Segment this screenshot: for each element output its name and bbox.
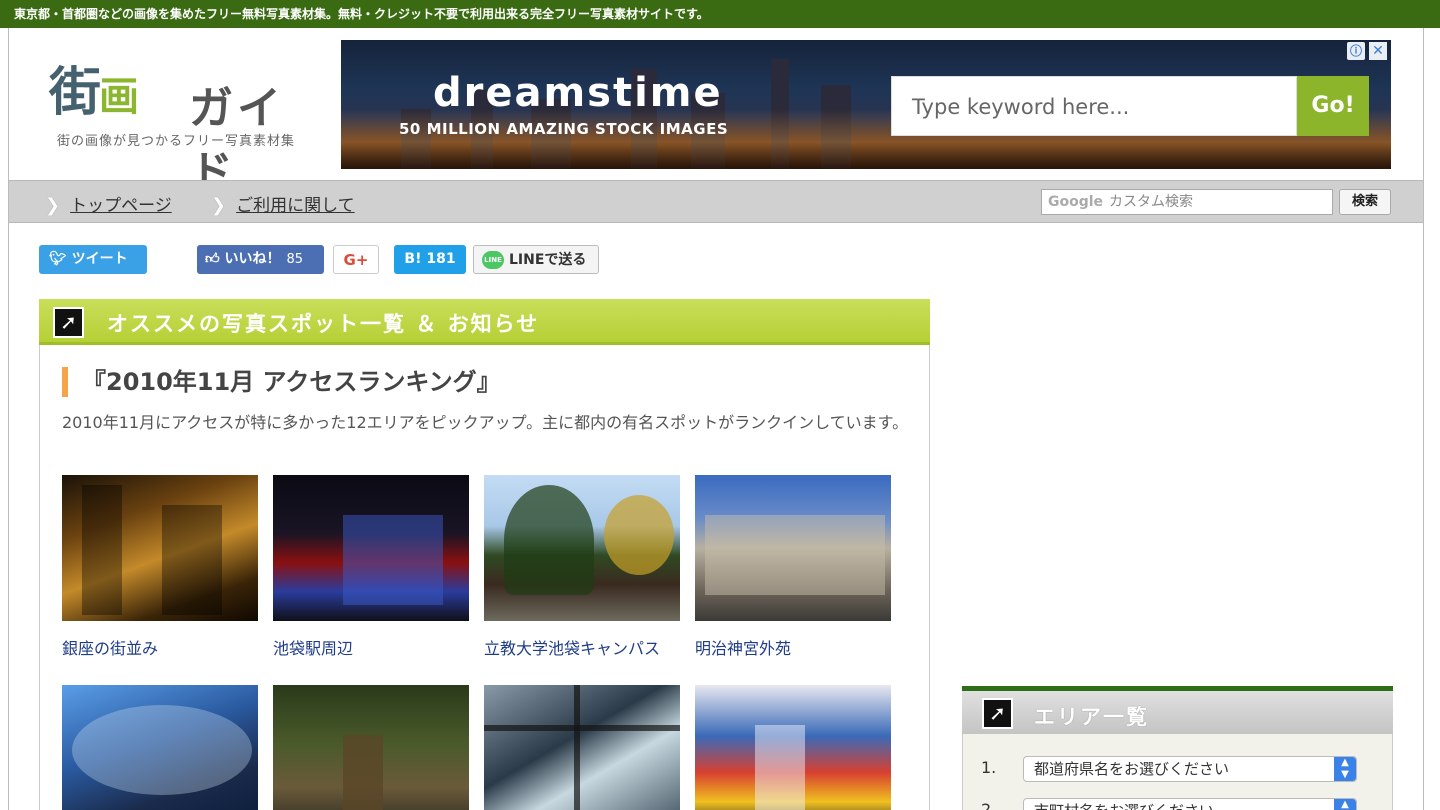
arrow-up-right-icon: ➚ <box>982 698 1013 729</box>
logo-subtitle: 街の画像が見つかるフリー写真素材集 <box>57 134 296 149</box>
like-count: 85 <box>286 252 304 267</box>
google-search-input[interactable]: Google カスタム検索 <box>1041 189 1333 215</box>
photo-detail <box>82 485 122 615</box>
logo-kanji: 街画 <box>49 62 139 123</box>
photo-detail <box>504 485 594 595</box>
facebook-like-button[interactable]: 👍︎ いいね！ 85 <box>197 245 324 274</box>
thumbs-up-icon: 👍︎ <box>205 251 225 267</box>
ad-search-input[interactable]: Type keyword here... <box>891 76 1297 136</box>
area-list-body: 1. 都道府県名をお選びください ▲▼ 2. 市町村名をお選びください ▲▼ <box>962 734 1393 810</box>
section-header: ➚ オススメの写真スポット一覧 ＆ お知らせ <box>39 299 930 345</box>
ad-info-icon[interactable]: ⓘ <box>1347 42 1365 60</box>
nav-item-usage[interactable]: ❯ ご利用に関して <box>211 191 355 216</box>
hatena-bookmark-button[interactable]: B! 181 <box>394 245 466 274</box>
spot-photo-ikebukuro[interactable] <box>273 475 469 621</box>
select-arrows-icon: ▲▼ <box>1334 757 1356 781</box>
photo-detail <box>574 685 580 810</box>
ranking-title: 『2010年11月 アクセスランキング』 <box>62 367 501 397</box>
photo-detail <box>604 495 674 575</box>
spot-caption[interactable]: 銀座の街並み <box>62 637 258 661</box>
section-body: 『2010年11月 アクセスランキング』 2010年11月にアクセスが特に多かっ… <box>39 345 930 810</box>
spot-caption[interactable]: 立教大学池袋キャンパス <box>484 637 680 661</box>
line-icon: LINE <box>482 251 504 269</box>
spot-photo-rikkyo[interactable] <box>484 475 680 621</box>
prefecture-select[interactable]: 都道府県名をお選びください ▲ ▼ <box>1023 756 1357 782</box>
area-select-row: 2. 市町村名をお選びください ▲▼ <box>981 798 1381 810</box>
chevron-right-icon: ❯ <box>211 195 227 216</box>
ad-brand: dreamstime <box>433 70 723 116</box>
spot-caption[interactable]: 明治神宮外苑 <box>695 637 891 661</box>
nav-item-top-page[interactable]: ❯ トップページ <box>45 191 172 216</box>
photo-detail <box>755 725 805 810</box>
city-select[interactable]: 市町村名をお選びください ▲▼ <box>1023 798 1357 810</box>
spot-photo[interactable] <box>695 685 891 810</box>
google-logo: Google <box>1048 194 1104 210</box>
ranking-intro: 2010年11月にアクセスが特に多かった12エリアをピックアップ。主に都内の有名… <box>62 413 909 432</box>
chevron-right-icon: ❯ <box>45 195 61 216</box>
tweet-button[interactable]: 🐦︎ ツイート <box>39 245 147 274</box>
step-number: 2. <box>981 800 997 810</box>
page-frame: 街画 ガイド 街の画像が見つかるフリー写真素材集 dreamstime 50 M… <box>8 28 1424 810</box>
step-number: 1. <box>981 758 997 777</box>
photo-detail <box>705 515 885 595</box>
top-banner-text: 東京都・首都圏などの画像を集めたフリー無料写真素材集。無料・クレジット不要で利用… <box>0 0 1440 28</box>
spot-photo[interactable] <box>273 685 469 810</box>
nav-bar: ❯ トップページ ❯ ご利用に関して Google カスタム検索 検索 <box>9 180 1423 223</box>
photo-detail <box>162 505 222 615</box>
area-select-row: 1. 都道府県名をお選びください ▲ ▼ <box>981 756 1381 782</box>
photo-detail <box>343 735 383 810</box>
section-title: オススメの写真スポット一覧 ＆ お知らせ <box>107 312 540 336</box>
ad-go-button[interactable]: Go! <box>1297 76 1369 136</box>
twitter-bird-icon: 🐦︎ <box>49 251 72 267</box>
spot-caption[interactable]: 池袋駅周辺 <box>273 637 469 661</box>
spot-photo[interactable] <box>62 685 258 810</box>
area-list-header: ➚ エリア一覧 <box>962 686 1393 734</box>
spot-photo-ginza[interactable] <box>62 475 258 621</box>
search-button[interactable]: 検索 <box>1339 189 1391 215</box>
select-arrows-icon: ▲▼ <box>1334 799 1356 810</box>
arrow-up-right-icon: ➚ <box>53 307 84 338</box>
ad-close-icon[interactable]: ✕ <box>1369 42 1387 60</box>
ad-tagline: 50 MILLION AMAZING STOCK IMAGES <box>399 120 729 138</box>
google-plus-button[interactable]: G+ <box>333 245 379 274</box>
ad-banner[interactable]: dreamstime 50 MILLION AMAZING STOCK IMAG… <box>341 40 1391 169</box>
photo-detail <box>484 725 680 731</box>
spot-photo[interactable] <box>484 685 680 810</box>
photo-detail <box>343 515 443 605</box>
line-share-button[interactable]: LINE LINEで送る <box>473 245 599 274</box>
photo-detail <box>72 705 252 795</box>
site-logo[interactable]: 街画 ガイド 街の画像が見つかるフリー写真素材集 <box>49 50 329 198</box>
area-list-title: エリア一覧 <box>1034 705 1149 729</box>
spot-photo-meiji-jingu-gaien[interactable] <box>695 475 891 621</box>
